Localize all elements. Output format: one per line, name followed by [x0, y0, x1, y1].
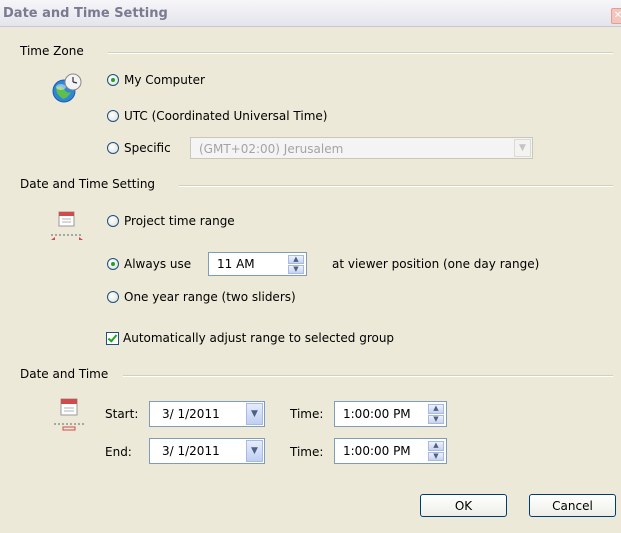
radio-indicator	[107, 258, 119, 270]
timeline-calendar-icon	[51, 211, 83, 240]
radio-indicator	[107, 215, 119, 227]
spin-up-icon[interactable]: ▲	[288, 255, 304, 264]
radio-label: Project time range	[124, 214, 235, 228]
checkbox-label: Automatically adjust range to selected g…	[123, 331, 395, 345]
radio-my-computer[interactable]: My Computer	[107, 73, 205, 87]
radio-indicator	[107, 291, 119, 303]
radio-project-time-range[interactable]: Project time range	[107, 214, 235, 228]
title-bar[interactable]: Date and Time Setting ✕	[0, 0, 621, 27]
close-button[interactable]: ✕	[611, 8, 621, 24]
radio-indicator	[107, 74, 119, 86]
always-use-hour-value: 11 AM	[217, 257, 255, 271]
spinner-buttons[interactable]: ▲ ▼	[288, 255, 304, 274]
radio-label: Specific	[124, 141, 171, 155]
end-time-label: Time:	[290, 445, 324, 459]
ok-button[interactable]: OK	[420, 494, 507, 517]
end-date-picker[interactable]: 3/ 1/2011 ▼	[149, 438, 265, 464]
checkbox-indicator	[106, 331, 119, 345]
radio-label: UTC (Coordinated Universal Time)	[124, 109, 328, 123]
chevron-down-icon[interactable]: ▼	[246, 403, 263, 425]
ok-button-label: OK	[454, 498, 473, 513]
radio-specific[interactable]: Specific	[107, 141, 171, 155]
date-time-setting-dialog: Date and Time Setting ✕ Time Zone My Com…	[0, 0, 621, 533]
radio-utc[interactable]: UTC (Coordinated Universal Time)	[107, 109, 327, 123]
radio-label: One year range (two sliders)	[124, 290, 296, 304]
date-and-time-group-title: Date and Time	[20, 367, 109, 381]
time-zone-group-title: Time Zone	[20, 44, 84, 58]
auto-adjust-checkbox[interactable]: Automatically adjust range to selected g…	[106, 331, 394, 345]
spin-up-icon[interactable]: ▲	[428, 404, 444, 414]
start-time-value: 1:00:00 PM	[343, 407, 411, 421]
spin-down-icon[interactable]: ▼	[428, 451, 444, 461]
radio-always-use[interactable]: Always use	[107, 257, 191, 271]
always-use-hour-spinner[interactable]: 11 AM ▲ ▼	[208, 252, 307, 276]
timezone-select-value: (GMT+02:00) Jerusalem	[199, 142, 344, 156]
spinner-buttons[interactable]: ▲ ▼	[428, 404, 444, 424]
date-time-setting-group-title: Date and Time Setting	[20, 177, 156, 191]
always-use-suffix: at viewer position (one day range)	[332, 257, 540, 271]
end-date-value: 3/ 1/2011	[162, 444, 220, 458]
radio-label: My Computer	[124, 73, 205, 87]
spin-down-icon[interactable]: ▼	[288, 265, 304, 274]
chevron-down-icon[interactable]: ▼	[246, 440, 263, 462]
cancel-button-label: Cancel	[552, 498, 593, 513]
chevron-down-icon[interactable]: ▼	[514, 139, 531, 157]
spin-up-icon[interactable]: ▲	[428, 441, 444, 451]
dialog-body: Time Zone My Computer UTC (Coordinated U…	[13, 27, 621, 533]
radio-indicator	[107, 142, 119, 154]
radio-label: Always use	[124, 257, 192, 271]
spin-down-icon[interactable]: ▼	[428, 414, 444, 424]
timezone-select[interactable]: (GMT+02:00) Jerusalem ▼	[190, 137, 533, 159]
start-label: Start:	[105, 407, 139, 421]
end-time-value: 1:00:00 PM	[343, 444, 411, 458]
start-date-value: 3/ 1/2011	[162, 407, 220, 421]
date-time-setting-divider	[179, 185, 613, 187]
time-zone-divider	[108, 52, 613, 54]
start-time-label: Time:	[290, 407, 324, 421]
start-date-picker[interactable]: 3/ 1/2011 ▼	[149, 401, 265, 427]
radio-indicator	[107, 110, 119, 122]
date-and-time-divider	[123, 375, 613, 377]
cancel-button[interactable]: Cancel	[529, 494, 616, 517]
end-time-spinner[interactable]: 1:00:00 PM ▲ ▼	[334, 438, 447, 464]
window-title: Date and Time Setting	[3, 6, 168, 21]
end-label: End:	[105, 445, 132, 459]
radio-one-year-range[interactable]: One year range (two sliders)	[107, 290, 296, 304]
calendar-range-icon	[54, 398, 84, 431]
globe-clock-icon	[52, 73, 82, 103]
start-time-spinner[interactable]: 1:00:00 PM ▲ ▼	[334, 401, 447, 427]
spinner-buttons[interactable]: ▲ ▼	[428, 441, 444, 461]
